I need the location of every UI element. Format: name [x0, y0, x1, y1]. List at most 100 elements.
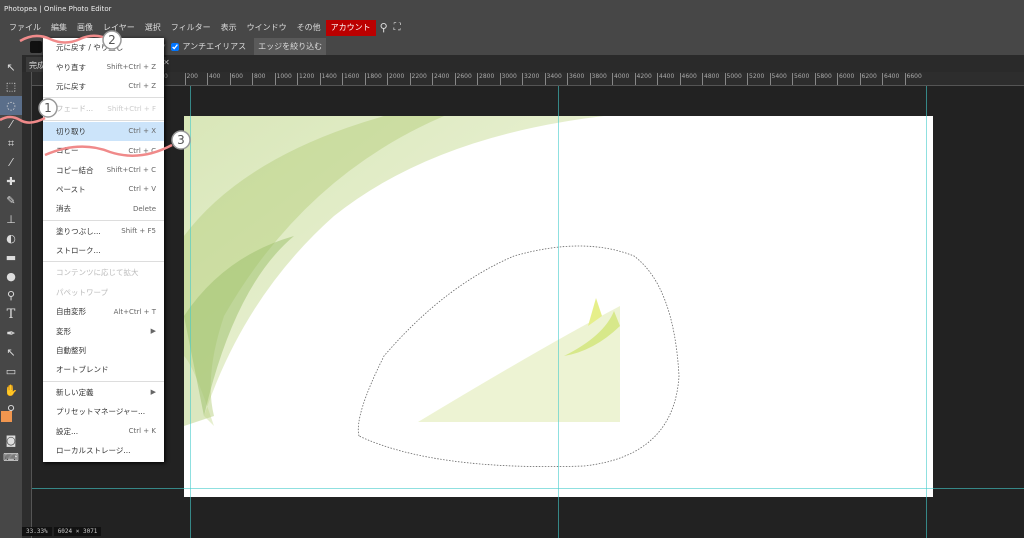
ruler-label: 4800 [702, 73, 719, 85]
hand-tool-icon[interactable]: ✋ [0, 381, 22, 400]
text-tool-icon[interactable]: T [0, 305, 22, 324]
annotation-overlay: 1 2 3 [0, 30, 191, 157]
refine-edge-button[interactable]: エッジを絞り込む [254, 38, 327, 55]
ruler-label: 4200 [634, 73, 652, 85]
status-bar: 33.33% 6024 × 3071 [22, 527, 102, 536]
ruler-label: 5400 [769, 73, 787, 85]
ruler-label: 4400 [657, 73, 674, 85]
ruler-label: 3400 [544, 73, 562, 85]
ruler-label: 2800 [477, 73, 494, 85]
ruler-label: 600 [229, 73, 243, 85]
ruler-label: 2400 [432, 73, 449, 85]
menu-item-label: 自動整列 [56, 346, 86, 356]
ruler-label: 4000 [612, 73, 629, 85]
annotation-number: 3 [177, 133, 185, 147]
ruler-label: 5800 [814, 73, 832, 85]
menu-item[interactable]: オートブレンド [43, 360, 164, 379]
title-bar: Photopea | Online Photo Editor [0, 0, 1024, 17]
annotation-number: 1 [44, 101, 52, 115]
menu-item-shortcut: Ctrl + V [128, 185, 156, 194]
eraser-tool-icon[interactable]: ◐ [0, 229, 22, 248]
ruler-label: 5000 [724, 73, 742, 85]
menu-item-shortcut: Ctrl + K [128, 427, 156, 436]
menu-divider [43, 219, 164, 221]
menu-item[interactable]: 塗りつぶし... Shift + F5 [43, 222, 164, 241]
menu-item[interactable]: ストローク... [43, 241, 164, 260]
menu-divider [43, 261, 164, 263]
menu-item-label: ストローク... [56, 246, 101, 256]
guide-line[interactable] [558, 86, 559, 538]
menu-item[interactable]: 変形 ▶ [43, 321, 164, 340]
menu-item-label: プリセットマネージャー... [56, 407, 146, 417]
ruler-label: 3600 [567, 73, 584, 85]
menu-item-label: ペースト [56, 184, 86, 194]
shape-tool-icon[interactable]: ▭ [0, 362, 22, 381]
menu-7[interactable]: ウインドウ [242, 20, 292, 36]
menu-item-shortcut: Delete [133, 204, 156, 213]
screen-mode-icon[interactable]: ⌨ [0, 448, 22, 467]
ruler-label: 6200 [859, 73, 877, 85]
healing-brush-icon[interactable]: ✚ [0, 172, 22, 191]
menu-item-label: 自由変形 [56, 307, 86, 317]
menu-item-label: コンテンツに応じて拡大 [56, 268, 139, 278]
gradient-tool-icon[interactable]: ▬ [0, 248, 22, 267]
menu-item[interactable]: 自動整列 [43, 341, 164, 360]
ruler-label: 5600 [792, 73, 809, 85]
menu-item[interactable]: 設定... Ctrl + K [43, 421, 164, 440]
menu-item-shortcut: Shift+Ctrl + C [106, 166, 156, 175]
menu-item[interactable]: ローカルストレージ... [43, 441, 164, 460]
menu-8[interactable]: その他 [292, 20, 326, 36]
ruler-label: 3800 [589, 73, 607, 85]
menu-item-label: ローカルストレージ... [56, 446, 131, 455]
menu-6[interactable]: 表示 [216, 20, 242, 36]
brush-tool-icon[interactable]: ✎ [0, 191, 22, 210]
ruler-label: 800 [252, 73, 265, 85]
stamp-tool-icon[interactable]: ⊥ [0, 210, 22, 229]
menu-item-label: パペットワープ [56, 287, 109, 297]
ruler-label: 1800 [364, 73, 382, 85]
image-size: 6024 × 3071 [53, 527, 102, 536]
menu-item-label: オートブレンド [56, 365, 109, 375]
menu-item[interactable]: プリセットマネージャー... [43, 402, 164, 421]
ruler-label: 6400 [882, 73, 899, 85]
path-select-icon[interactable]: ↖ [0, 343, 22, 362]
ruler-label: 3200 [522, 73, 539, 85]
pen-tool-icon[interactable]: ✒ [0, 324, 22, 343]
menu-item-shortcut: Alt+Ctrl + T [113, 307, 156, 316]
guide-line[interactable] [32, 488, 1024, 489]
dodge-tool-icon[interactable]: ⚲ [0, 286, 22, 305]
menu-item[interactable]: ペースト Ctrl + V [43, 180, 164, 199]
blur-tool-icon[interactable]: ● [0, 267, 22, 286]
ruler-label: 6600 [904, 73, 922, 85]
menu-item-shortcut: ▶ [150, 327, 156, 336]
menu-item: コンテンツに応じて拡大 [43, 263, 164, 282]
ruler-label: 6000 [837, 73, 854, 85]
menu-item-label: 塗りつぶし... [56, 226, 101, 236]
ruler-label: 1000 [274, 73, 292, 85]
ruler-label: 4600 [679, 73, 697, 85]
menu-item-shortcut: ▶ [150, 388, 156, 397]
menu-item-label: 変形 [56, 326, 71, 336]
ruler-label: 2600 [454, 73, 472, 85]
fullscreen-icon[interactable]: ⛶ [394, 22, 401, 33]
ruler-label: 5200 [747, 73, 764, 85]
ruler-label: 1600 [342, 73, 359, 85]
menu-item[interactable]: 自由変形 Alt+Ctrl + T [43, 302, 164, 321]
menu-item[interactable]: 消去 Delete [43, 199, 164, 218]
app-title: Photopea | Online Photo Editor [4, 5, 112, 13]
ruler-label: 2200 [409, 73, 427, 85]
menu-9[interactable]: アカウント [325, 19, 376, 36]
menu-item-label: コピー結合 [56, 165, 94, 175]
menu-item-label: 設定... [56, 426, 79, 436]
menu-item[interactable]: コピー結合 Shift+Ctrl + C [43, 160, 164, 179]
search-icon[interactable]: ⚲ [380, 21, 388, 34]
guide-line[interactable] [926, 86, 927, 538]
annotation-number: 2 [108, 33, 116, 47]
menu-item-shortcut: Shift + F5 [121, 227, 156, 236]
menu-divider [43, 380, 164, 382]
ruler-label: 400 [207, 73, 220, 85]
ruler-label: 1400 [319, 73, 337, 85]
menu-item[interactable]: 新しい定義 ▶ [43, 383, 164, 402]
zoom-level: 33.33% [22, 527, 52, 536]
foreground-color-swatch[interactable] [1, 411, 12, 422]
